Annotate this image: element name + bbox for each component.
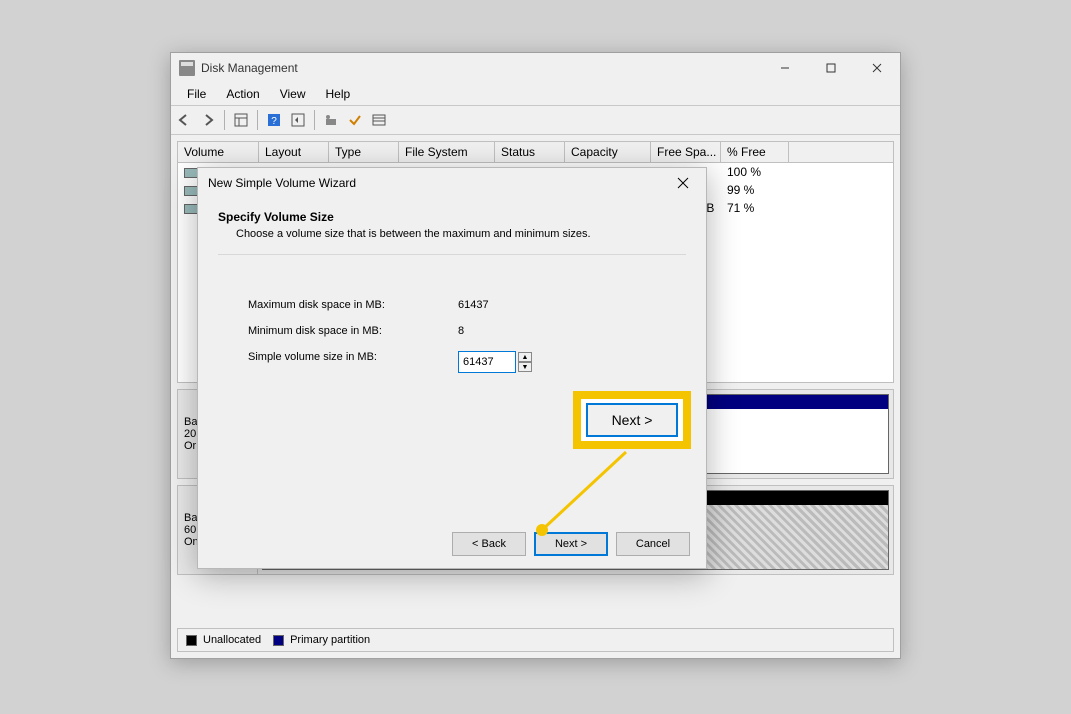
wizard-heading: Specify Volume Size bbox=[218, 210, 686, 224]
col-volume[interactable]: Volume bbox=[178, 142, 259, 162]
svg-text:?: ? bbox=[271, 116, 277, 127]
legend-unalloc: Unallocated bbox=[203, 634, 261, 646]
cell-pct: 100 % bbox=[721, 164, 789, 180]
menubar: File Action View Help bbox=[171, 83, 900, 105]
cell-pct: 71 % bbox=[721, 200, 789, 216]
titlebar: Disk Management bbox=[171, 53, 900, 83]
max-value: 61437 bbox=[458, 299, 558, 311]
min-label: Minimum disk space in MB: bbox=[248, 325, 458, 337]
volume-icon bbox=[184, 186, 198, 196]
toolbar: ? bbox=[171, 105, 900, 135]
max-label: Maximum disk space in MB: bbox=[248, 299, 458, 311]
legend-unalloc-swatch bbox=[186, 635, 197, 646]
disk-management-window: Disk Management File Action View Help ? … bbox=[170, 52, 901, 659]
col-filesystem[interactable]: File System bbox=[399, 142, 495, 162]
list-icon[interactable] bbox=[368, 109, 390, 131]
back-icon[interactable] bbox=[173, 109, 195, 131]
col-pctfree[interactable]: % Free bbox=[721, 142, 789, 162]
size-label: Simple volume size in MB: bbox=[248, 351, 458, 373]
maximize-button[interactable] bbox=[808, 53, 854, 83]
callout-highlight: Next > bbox=[573, 391, 691, 449]
minimize-button[interactable] bbox=[762, 53, 808, 83]
col-status[interactable]: Status bbox=[495, 142, 565, 162]
volume-icon bbox=[184, 204, 198, 214]
properties-icon[interactable] bbox=[320, 109, 342, 131]
app-icon bbox=[179, 60, 195, 76]
next-button[interactable]: Next > bbox=[534, 532, 608, 556]
wizard-subtitle: Choose a volume size that is between the… bbox=[236, 228, 686, 240]
menu-help[interactable]: Help bbox=[316, 85, 361, 103]
wizard-titlebar: New Simple Volume Wizard bbox=[198, 168, 706, 198]
spin-up-button[interactable]: ▲ bbox=[518, 352, 532, 362]
refresh-icon[interactable] bbox=[287, 109, 309, 131]
menu-action[interactable]: Action bbox=[216, 85, 269, 103]
new-simple-volume-wizard: New Simple Volume Wizard Specify Volume … bbox=[197, 167, 707, 569]
forward-icon[interactable] bbox=[197, 109, 219, 131]
min-value: 8 bbox=[458, 325, 558, 337]
back-button[interactable]: < Back bbox=[452, 532, 526, 556]
col-freespace[interactable]: Free Spa... bbox=[651, 142, 721, 162]
callout-next-button: Next > bbox=[586, 403, 678, 437]
menu-view[interactable]: View bbox=[270, 85, 316, 103]
window-title: Disk Management bbox=[201, 61, 762, 75]
volume-icon bbox=[184, 168, 198, 178]
cancel-button[interactable]: Cancel bbox=[616, 532, 690, 556]
legend-primary: Primary partition bbox=[290, 634, 370, 646]
spin-down-button[interactable]: ▼ bbox=[518, 362, 532, 372]
menu-file[interactable]: File bbox=[177, 85, 216, 103]
col-spacer bbox=[789, 142, 893, 162]
volume-size-input[interactable] bbox=[458, 351, 516, 373]
col-capacity[interactable]: Capacity bbox=[565, 142, 651, 162]
legend: Unallocated Primary partition bbox=[177, 628, 894, 652]
col-layout[interactable]: Layout bbox=[259, 142, 329, 162]
wizard-title-text: New Simple Volume Wizard bbox=[208, 176, 670, 190]
volume-table-header: Volume Layout Type File System Status Ca… bbox=[177, 141, 894, 163]
wizard-close-button[interactable] bbox=[670, 170, 696, 196]
help-icon[interactable]: ? bbox=[263, 109, 285, 131]
legend-primary-swatch bbox=[273, 635, 284, 646]
close-button[interactable] bbox=[854, 53, 900, 83]
check-icon[interactable] bbox=[344, 109, 366, 131]
cell-pct: 99 % bbox=[721, 182, 789, 198]
col-type[interactable]: Type bbox=[329, 142, 399, 162]
layout-icon[interactable] bbox=[230, 109, 252, 131]
